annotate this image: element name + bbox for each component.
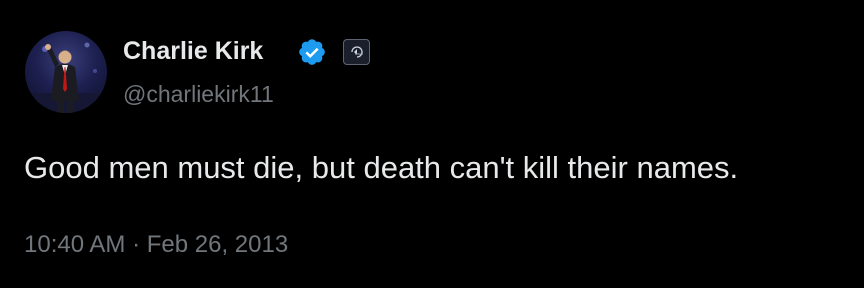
- avatar-image: [25, 42, 107, 113]
- tweet-text: Good men must die, but death can't kill …: [24, 150, 739, 185]
- affiliate-org-icon[interactable]: [343, 39, 370, 65]
- author-display-name[interactable]: Charlie Kirk: [123, 34, 263, 68]
- tweet-timestamp[interactable]: 10:40 AM · Feb 26, 2013: [24, 228, 288, 262]
- verified-check-icon[interactable]: [297, 37, 327, 67]
- avatar[interactable]: [25, 31, 107, 113]
- tweet-card: Charlie Kirk @charliekirk11 Good men mus…: [0, 0, 864, 288]
- author-handle[interactable]: @charliekirk11: [123, 78, 274, 110]
